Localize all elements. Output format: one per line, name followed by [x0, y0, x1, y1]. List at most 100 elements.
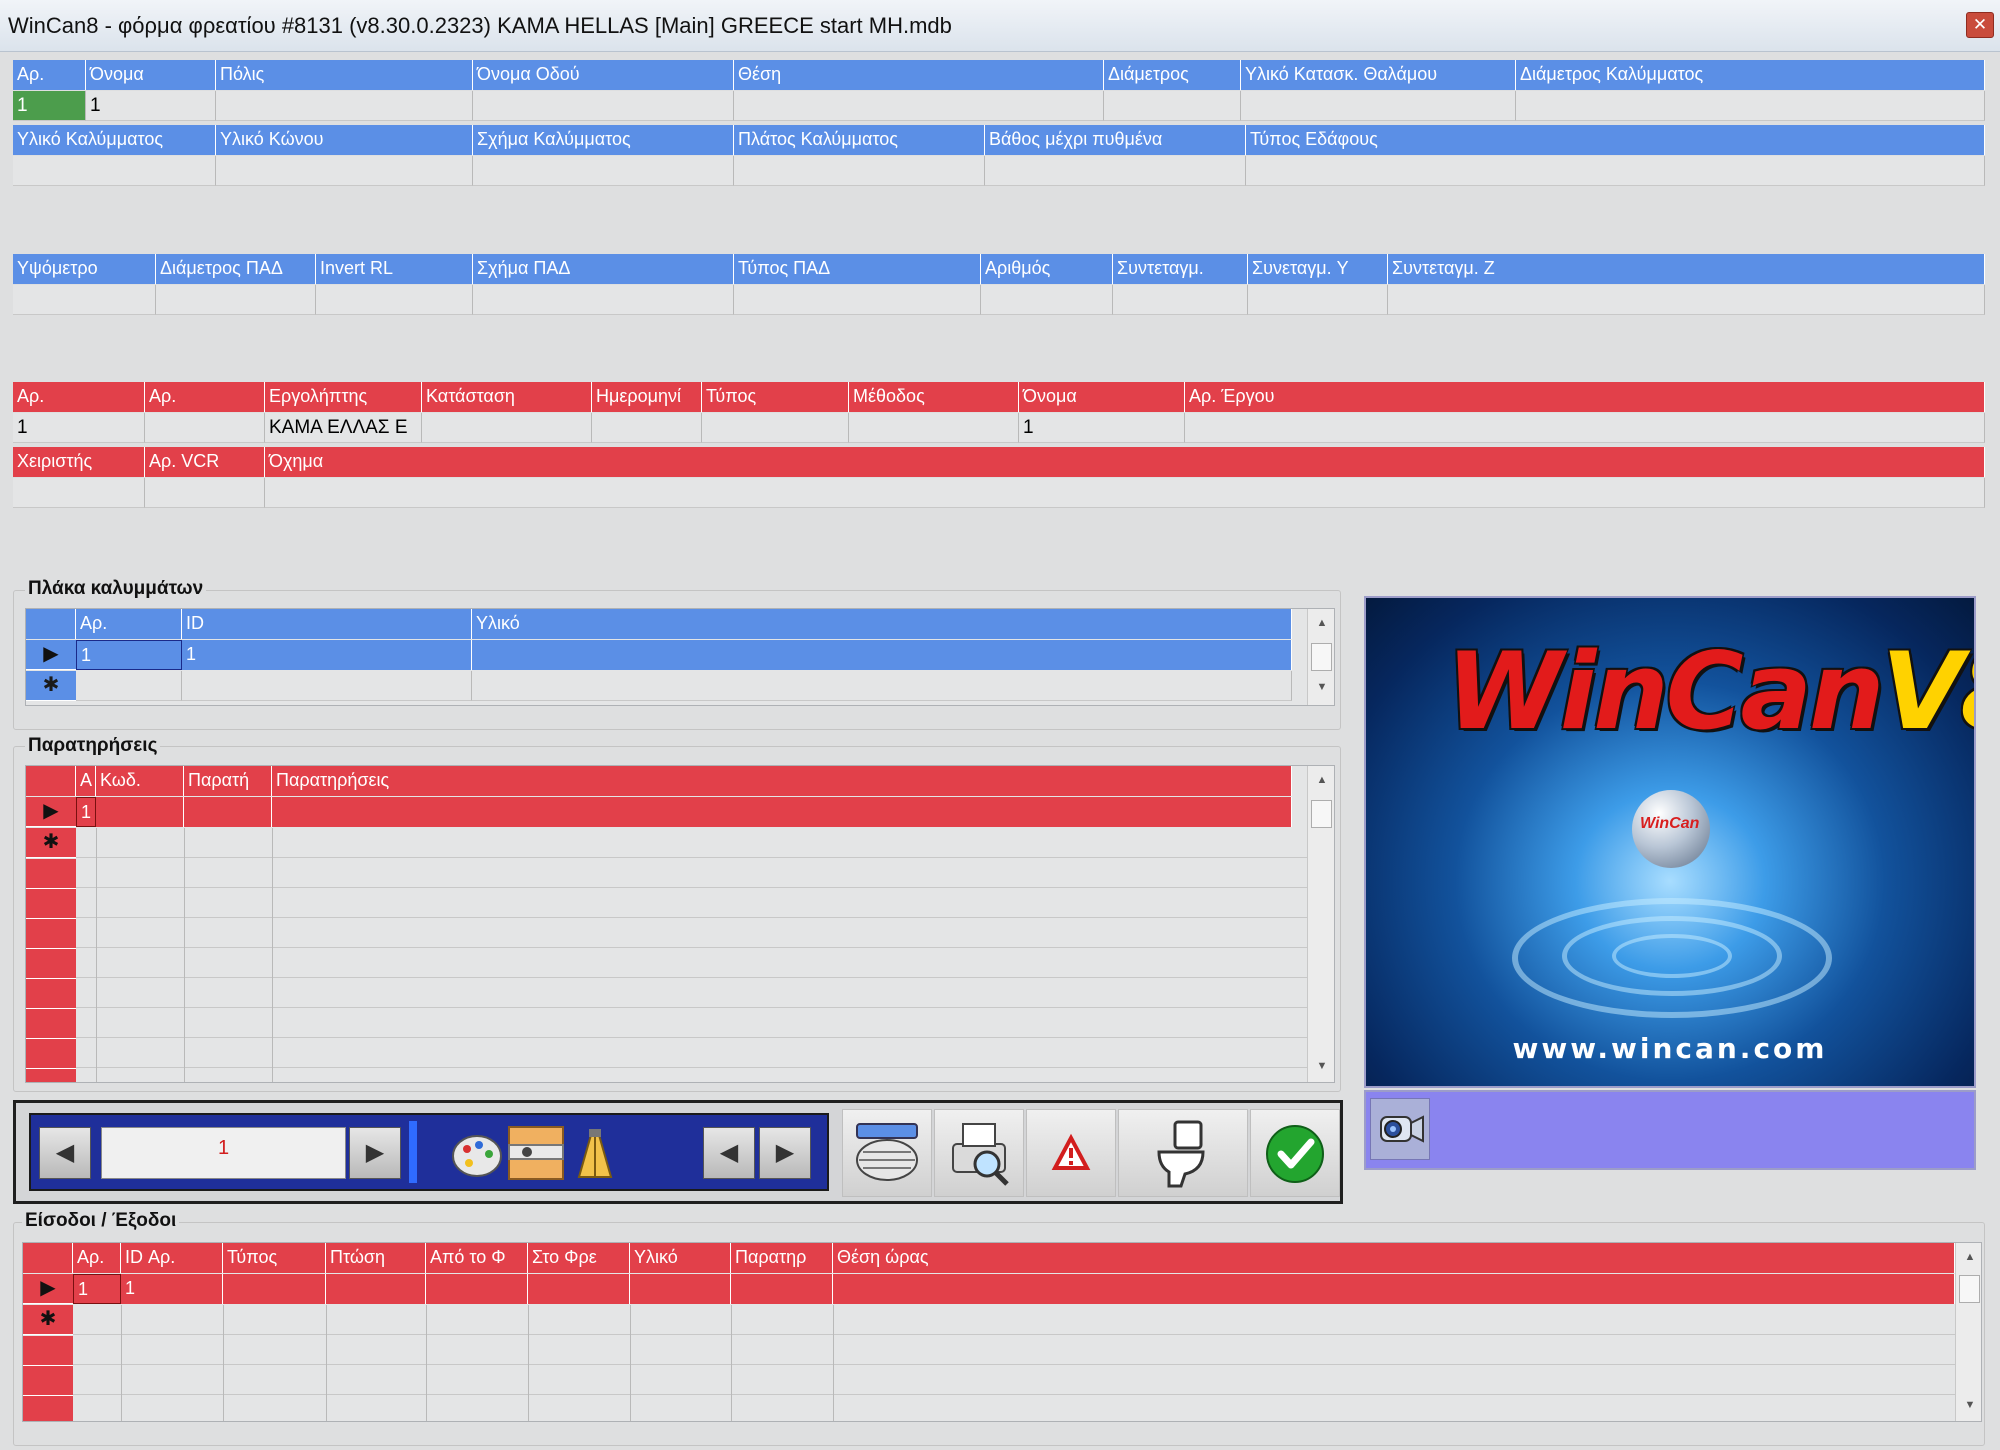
cell-coord-z[interactable] — [1388, 285, 1985, 315]
covers-cell-no[interactable]: 1 — [76, 640, 182, 670]
print-preview-button[interactable] — [934, 1109, 1024, 1197]
col-header-coord-z[interactable]: Συντεταγμ. Z — [1388, 254, 1985, 284]
cell-no[interactable]: 1 — [13, 91, 86, 121]
io-col-header-to[interactable]: Στο Φρε — [528, 1243, 630, 1273]
io-current-row-marker[interactable]: ▶ — [23, 1274, 73, 1304]
warning-button[interactable] — [1026, 1109, 1116, 1197]
cell-location[interactable] — [734, 91, 1104, 121]
col-header-status[interactable]: Κατάσταση — [422, 382, 592, 412]
scroll-up-icon[interactable]: ▲ — [1308, 774, 1334, 786]
camera-button[interactable] — [1370, 1098, 1430, 1160]
io-col-header-id[interactable]: ID Αρ. — [121, 1243, 223, 1273]
col-header-no[interactable]: Αρ. — [13, 60, 86, 90]
io-new-row-marker[interactable]: ✱ — [23, 1305, 73, 1335]
col-header-vehicle[interactable]: Όχημα — [265, 447, 1985, 477]
obs-cell-remarks[interactable] — [272, 797, 1292, 827]
covers-col-header-material[interactable]: Υλικό — [472, 609, 1292, 639]
col-header-coord-y[interactable]: Συνεταγμ. Y — [1248, 254, 1388, 284]
io-cell-id[interactable]: 1 — [121, 1274, 223, 1304]
col-header-invert-rl[interactable]: Invert RL — [316, 254, 473, 284]
next-page-button[interactable]: ▶ — [759, 1127, 811, 1179]
cell-type[interactable] — [702, 413, 849, 443]
io-empty-rows[interactable] — [73, 1305, 1955, 1421]
cell-coord-y[interactable] — [1248, 285, 1388, 315]
covers-new-cell-id[interactable] — [182, 671, 472, 701]
col-header-street[interactable]: Όνομα Οδού — [473, 60, 734, 90]
io-cell-drop[interactable] — [326, 1274, 426, 1304]
col-header-operator[interactable]: Χειριστής — [13, 447, 145, 477]
io-col-header-drop[interactable]: Πτώση — [326, 1243, 426, 1273]
col-header-date[interactable]: Ημερομηνί — [592, 382, 702, 412]
covers-scrollbar[interactable]: ▲ ▼ — [1307, 609, 1334, 705]
col-header-location[interactable]: Θέση — [734, 60, 1104, 90]
obs-cell-a[interactable]: 1 — [76, 797, 96, 827]
cell-vcr-no[interactable] — [145, 478, 265, 508]
toilet-button[interactable] — [1118, 1109, 1248, 1197]
cell-contractor[interactable]: KAMA ΕΛΛΑΣ Ε — [265, 413, 422, 443]
covers-col-header-no[interactable]: Αρ. — [76, 609, 182, 639]
obs-empty-rows[interactable] — [76, 828, 1307, 1082]
cell-city[interactable] — [216, 91, 473, 121]
cell-date[interactable] — [592, 413, 702, 443]
obs-new-row-marker[interactable]: ✱ — [26, 828, 76, 858]
io-col-header-remarks[interactable]: Παρατηρ — [731, 1243, 833, 1273]
col-header-cover-diameter[interactable]: Διάμετρος Καλύμματος — [1516, 60, 1985, 90]
io-cell-no[interactable]: 1 — [73, 1274, 121, 1304]
col-header-pad-type[interactable]: Τύπος ΠΑΔ — [734, 254, 981, 284]
prev-record-button[interactable]: ◀ — [39, 1127, 91, 1179]
covers-current-row-marker[interactable]: ▶ — [26, 640, 76, 670]
col-header-depth[interactable]: Βάθος μέχρι πυθμένα — [985, 125, 1246, 155]
col-header-name[interactable]: Όνομα — [86, 60, 216, 90]
col-header-elevation[interactable]: Υψόμετρο — [13, 254, 156, 284]
col-header-number[interactable]: Αριθμός — [981, 254, 1113, 284]
ok-button[interactable] — [1250, 1109, 1340, 1197]
io-scrollbar[interactable]: ▲ ▼ — [1955, 1243, 1981, 1421]
io-col-header-clock-position[interactable]: Θέση ώρας — [833, 1243, 1955, 1273]
covers-new-cell-no[interactable] — [76, 671, 182, 701]
close-button[interactable]: ✕ — [1966, 12, 1994, 38]
col-header-cover-shape[interactable]: Σχήμα Καλύμματος — [473, 125, 734, 155]
obs-current-row-marker[interactable]: ▶ — [26, 797, 76, 827]
obs-col-header-remarks[interactable]: Παρατηρήσεις — [272, 766, 1292, 796]
prev-page-button[interactable]: ◀ — [703, 1127, 755, 1179]
io-col-header-material[interactable]: Υλικό — [630, 1243, 731, 1273]
cell-street[interactable] — [473, 91, 734, 121]
col-header-method[interactable]: Μέθοδος — [849, 382, 1019, 412]
col-header-cover-width[interactable]: Πλάτος Καλύμματος — [734, 125, 985, 155]
cell-elevation[interactable] — [13, 285, 156, 315]
obs-col-header-remark-short[interactable]: Παρατή — [184, 766, 272, 796]
scroll-down-icon[interactable]: ▼ — [1308, 681, 1334, 693]
cell-number[interactable] — [981, 285, 1113, 315]
cell-invert-rl[interactable] — [316, 285, 473, 315]
col-header-type[interactable]: Τύπος — [702, 382, 849, 412]
col-header-chamber-material[interactable]: Υλικό Κατασκ. Θαλάμου — [1241, 60, 1516, 90]
next-record-button[interactable]: ▶ — [349, 1127, 401, 1179]
io-col-header-no[interactable]: Αρ. — [73, 1243, 121, 1273]
pipe-icon[interactable] — [507, 1125, 565, 1181]
scroll-thumb[interactable] — [1311, 800, 1332, 828]
col-header-diameter[interactable]: Διάμετρος — [1104, 60, 1241, 90]
record-number-field[interactable]: 1 — [101, 1127, 346, 1179]
cell-name[interactable]: 1 — [86, 91, 216, 121]
col-header-pad-shape[interactable]: Σχήμα ΠΑΔ — [473, 254, 734, 284]
io-cell-clock-position[interactable] — [833, 1274, 1955, 1304]
scroll-thumb[interactable] — [1311, 643, 1332, 671]
grid-view-button[interactable] — [842, 1109, 932, 1197]
io-cell-material[interactable] — [630, 1274, 731, 1304]
cell-method[interactable] — [849, 413, 1019, 443]
col-header-project-no[interactable]: Αρ. Έργου — [1185, 382, 1985, 412]
col-header-cover-material[interactable]: Υλικό Καλύμματος — [13, 125, 216, 155]
cell-cone-material[interactable] — [216, 156, 473, 186]
col-header-pad-diameter[interactable]: Διάμετρος ΠΑΔ — [156, 254, 316, 284]
scroll-down-icon[interactable]: ▼ — [1956, 1399, 1981, 1411]
scroll-down-icon[interactable]: ▼ — [1308, 1060, 1334, 1072]
cell-cover-material[interactable] — [13, 156, 216, 186]
col-header-insp-no[interactable]: Αρ. — [13, 382, 145, 412]
obs-col-header-code[interactable]: Κωδ. — [96, 766, 184, 796]
col-header-soil-type[interactable]: Τύπος Εδάφους — [1246, 125, 1985, 155]
col-header-insp-no2[interactable]: Αρ. — [145, 382, 265, 412]
cell-diameter[interactable] — [1104, 91, 1241, 121]
scroll-up-icon[interactable]: ▲ — [1308, 617, 1334, 629]
scroll-thumb[interactable] — [1959, 1275, 1980, 1303]
cell-chamber-material[interactable] — [1241, 91, 1516, 121]
